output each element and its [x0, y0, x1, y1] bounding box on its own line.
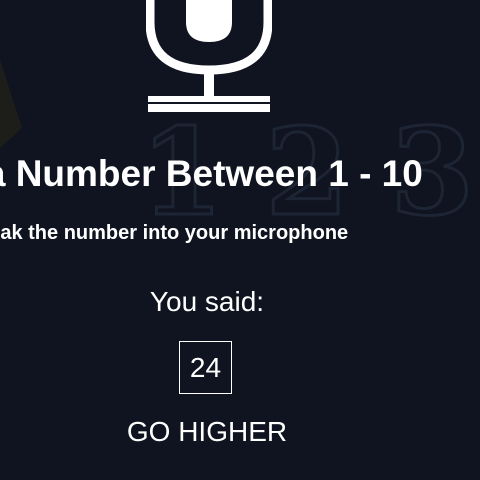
page-title: s a Number Between 1 - 10	[0, 148, 480, 204]
instruction-text-label: peak the number into your microphone	[0, 222, 349, 244]
microphone-icon[interactable]	[146, 0, 272, 114]
spoken-number-box: 24	[179, 341, 232, 394]
you-said-label: You said:	[149, 286, 265, 317]
page-title-text: s a Number Between 1 - 10	[0, 153, 423, 194]
instruction-text: peak the number into your microphone	[0, 219, 480, 247]
guess-hint: GO HIGHER	[126, 416, 288, 447]
